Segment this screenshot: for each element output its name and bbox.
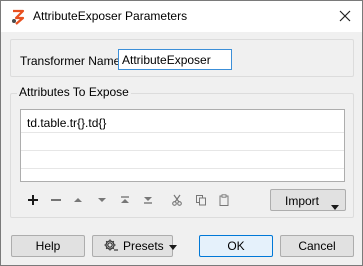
attribute-row[interactable] <box>21 151 344 169</box>
move-up-icon[interactable] <box>71 193 85 207</box>
cut-icon[interactable] <box>170 193 184 207</box>
import-button[interactable]: Import <box>270 189 346 211</box>
chevron-down-icon <box>168 239 177 253</box>
attributes-table[interactable]: td.table.tr{}.td{} <box>20 109 345 182</box>
cancel-label: Cancel <box>298 239 336 253</box>
ok-label: OK <box>227 239 245 253</box>
presets-label: Presets <box>123 239 164 253</box>
attributes-to-expose-legend: Attributes To Expose <box>17 85 131 99</box>
add-icon[interactable] <box>26 193 40 207</box>
ok-button[interactable]: OK <box>199 235 273 257</box>
presets-button[interactable]: Presets <box>92 235 177 257</box>
chevron-down-icon <box>331 199 339 213</box>
help-label: Help <box>35 239 61 253</box>
fme-transformer-icon <box>10 9 26 25</box>
paste-icon[interactable] <box>217 193 231 207</box>
move-to-top-icon[interactable] <box>118 193 132 207</box>
attribute-row[interactable]: td.table.tr{}.td{} <box>21 110 344 133</box>
move-down-icon[interactable] <box>95 193 109 207</box>
close-icon[interactable] <box>338 9 352 23</box>
title-bar: AttributeExposer Parameters <box>1 1 362 32</box>
cancel-button[interactable]: Cancel <box>280 235 354 257</box>
move-to-bottom-icon[interactable] <box>141 193 155 207</box>
transformer-name-input[interactable] <box>118 49 232 70</box>
dialog-window: AttributeExposer Parameters Transformer … <box>0 0 363 266</box>
help-button[interactable]: Help <box>11 235 85 257</box>
attribute-row[interactable] <box>21 133 344 151</box>
copy-icon[interactable] <box>194 193 208 207</box>
remove-icon[interactable] <box>49 193 63 207</box>
window-title: AttributeExposer Parameters <box>33 9 188 23</box>
import-label: Import <box>285 194 320 208</box>
transformer-name-label: Transformer Name: <box>20 54 124 68</box>
gear-icon <box>103 237 119 256</box>
